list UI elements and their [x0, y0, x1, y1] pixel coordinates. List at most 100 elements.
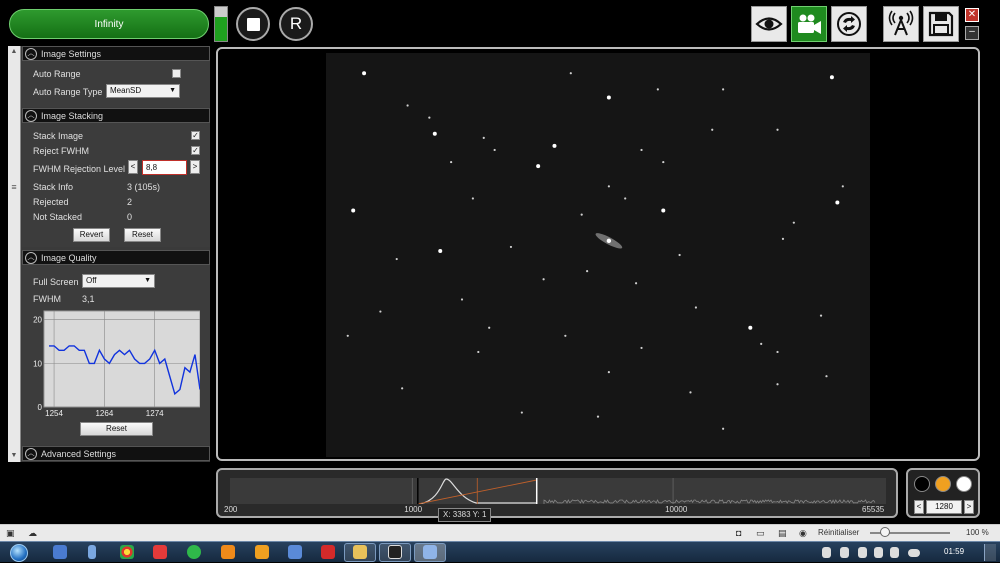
- dropdown-arrow-icon: ▼: [169, 87, 176, 94]
- zoom-slider[interactable]: [870, 527, 950, 537]
- auto-range-type-value: MeanSD: [110, 86, 142, 95]
- r-button[interactable]: R: [279, 7, 313, 41]
- histogram-plot[interactable]: [230, 478, 886, 504]
- auto-range-type-select[interactable]: MeanSD ▼: [106, 84, 180, 98]
- black-color-swatch[interactable]: [914, 476, 930, 492]
- image-viewer[interactable]: [216, 47, 980, 461]
- reject-fwhm-label: Reject FWHM: [33, 146, 89, 156]
- star: [596, 415, 600, 418]
- star: [694, 306, 698, 309]
- reject-fwhm-checkbox[interactable]: ✓: [191, 146, 200, 155]
- bluetooth-icon[interactable]: [88, 545, 96, 559]
- collapse-chevron-icon: ︿: [25, 109, 37, 122]
- scroll-up-icon[interactable]: ▲: [8, 46, 20, 58]
- layout-icon[interactable]: ▤: [778, 528, 787, 539]
- cloud-icon[interactable]: ☁: [28, 528, 37, 539]
- stack-info-label: Stack Info: [33, 182, 74, 192]
- advanced-settings-header[interactable]: ︿ Advanced Settings: [22, 446, 210, 461]
- view-button[interactable]: [751, 6, 787, 42]
- galaxy-core: [606, 238, 612, 244]
- orange-color-swatch[interactable]: [935, 476, 951, 492]
- connection-button[interactable]: [883, 6, 919, 42]
- app-switch-icon[interactable]: [53, 545, 67, 559]
- value-input[interactable]: 1280: [926, 500, 962, 514]
- sky-background: [326, 53, 870, 457]
- star: [678, 253, 681, 257]
- clock[interactable]: 01:59: [944, 547, 964, 556]
- settings-scrollbar[interactable]: ▲ ≡ ▼: [8, 46, 21, 462]
- whatsapp-icon[interactable]: [187, 545, 201, 559]
- screen-icon[interactable]: ▭: [756, 528, 765, 539]
- usb-icon[interactable]: [840, 547, 849, 558]
- star: [362, 71, 367, 76]
- image-settings-body: Auto Range Auto Range Type MeanSD ▼: [22, 61, 210, 107]
- x-tick-label: 1274: [146, 409, 164, 418]
- show-desktop-button[interactable]: [984, 544, 996, 561]
- fwhm-rejection-input[interactable]: 8,8: [142, 160, 187, 175]
- stacking-reset-button[interactable]: Reset: [124, 228, 161, 242]
- scroll-grip-icon[interactable]: ≡: [10, 182, 18, 192]
- image-quality-header[interactable]: ︿ Image Quality: [22, 250, 210, 265]
- fwhm-increment-button[interactable]: >: [190, 160, 200, 174]
- monitor-icon[interactable]: [874, 547, 883, 558]
- battery-icon[interactable]: [858, 547, 867, 558]
- star: [432, 131, 437, 136]
- histogram-tick-label: 1000: [404, 505, 423, 514]
- image-settings-header[interactable]: ︿ Image Settings: [22, 46, 210, 61]
- revert-button[interactable]: Revert: [73, 228, 110, 242]
- minimize-button[interactable]: –: [965, 26, 979, 40]
- white-color-swatch[interactable]: [956, 476, 972, 492]
- auto-range-checkbox[interactable]: [172, 69, 181, 78]
- fwhm-decrement-button[interactable]: <: [128, 160, 138, 174]
- app-icon-red[interactable]: [153, 545, 167, 559]
- flag-icon[interactable]: [822, 547, 831, 558]
- infinity-button[interactable]: Infinity: [9, 9, 209, 39]
- star: [552, 143, 557, 148]
- stack-image-label: Stack Image: [33, 131, 84, 141]
- reset-zoom-label[interactable]: Réinitialiser: [818, 528, 859, 537]
- star: [401, 387, 404, 390]
- collapse-chevron-icon: ︿: [25, 251, 37, 264]
- stop-button[interactable]: [236, 7, 270, 41]
- star: [428, 116, 431, 119]
- stack-image-checkbox[interactable]: ✓: [191, 131, 200, 140]
- histogram-panel[interactable]: 200 1000 10000 65535: [216, 468, 898, 518]
- star: [450, 160, 453, 164]
- star: [640, 346, 643, 350]
- image-stacking-header[interactable]: ︿ Image Stacking: [22, 108, 210, 123]
- star: [438, 248, 443, 253]
- vivaldi-icon[interactable]: [321, 545, 335, 559]
- quality-reset-button[interactable]: Reset: [80, 422, 153, 436]
- save-button[interactable]: [923, 6, 959, 42]
- onedrive-icon[interactable]: [908, 549, 920, 557]
- document-icon[interactable]: [288, 545, 302, 559]
- star: [406, 104, 409, 107]
- window-icon[interactable]: ▣: [6, 528, 15, 539]
- eye-icon: [755, 17, 783, 31]
- histogram-tick-label: 10000: [665, 505, 688, 514]
- full-screen-select[interactable]: Off ▼: [82, 274, 155, 288]
- scroll-down-icon[interactable]: ▼: [8, 450, 20, 462]
- capture-button[interactable]: [791, 6, 827, 42]
- loop-button[interactable]: [831, 6, 867, 42]
- signal-icon[interactable]: [890, 547, 899, 558]
- value-increment-button[interactable]: >: [964, 500, 974, 514]
- folder-icon: [353, 545, 367, 559]
- camera-icon[interactable]: ◘: [736, 528, 741, 538]
- star: [493, 148, 496, 152]
- vlc-icon[interactable]: [221, 545, 235, 559]
- sky-image[interactable]: [326, 53, 870, 457]
- close-button[interactable]: ✕: [965, 8, 979, 22]
- stop-icon: [246, 17, 260, 31]
- star: [346, 334, 349, 337]
- dropdown-arrow-icon: ▼: [144, 277, 151, 284]
- value-decrement-button[interactable]: <: [914, 500, 924, 514]
- star: [722, 427, 725, 430]
- zoom-slider-thumb[interactable]: [880, 527, 890, 537]
- star: [662, 160, 665, 164]
- chrome-icon[interactable]: [120, 545, 134, 559]
- speaker-icon[interactable]: ◉: [799, 528, 807, 539]
- media-player-icon[interactable]: [255, 545, 269, 559]
- star: [580, 213, 583, 216]
- start-button[interactable]: [6, 542, 32, 563]
